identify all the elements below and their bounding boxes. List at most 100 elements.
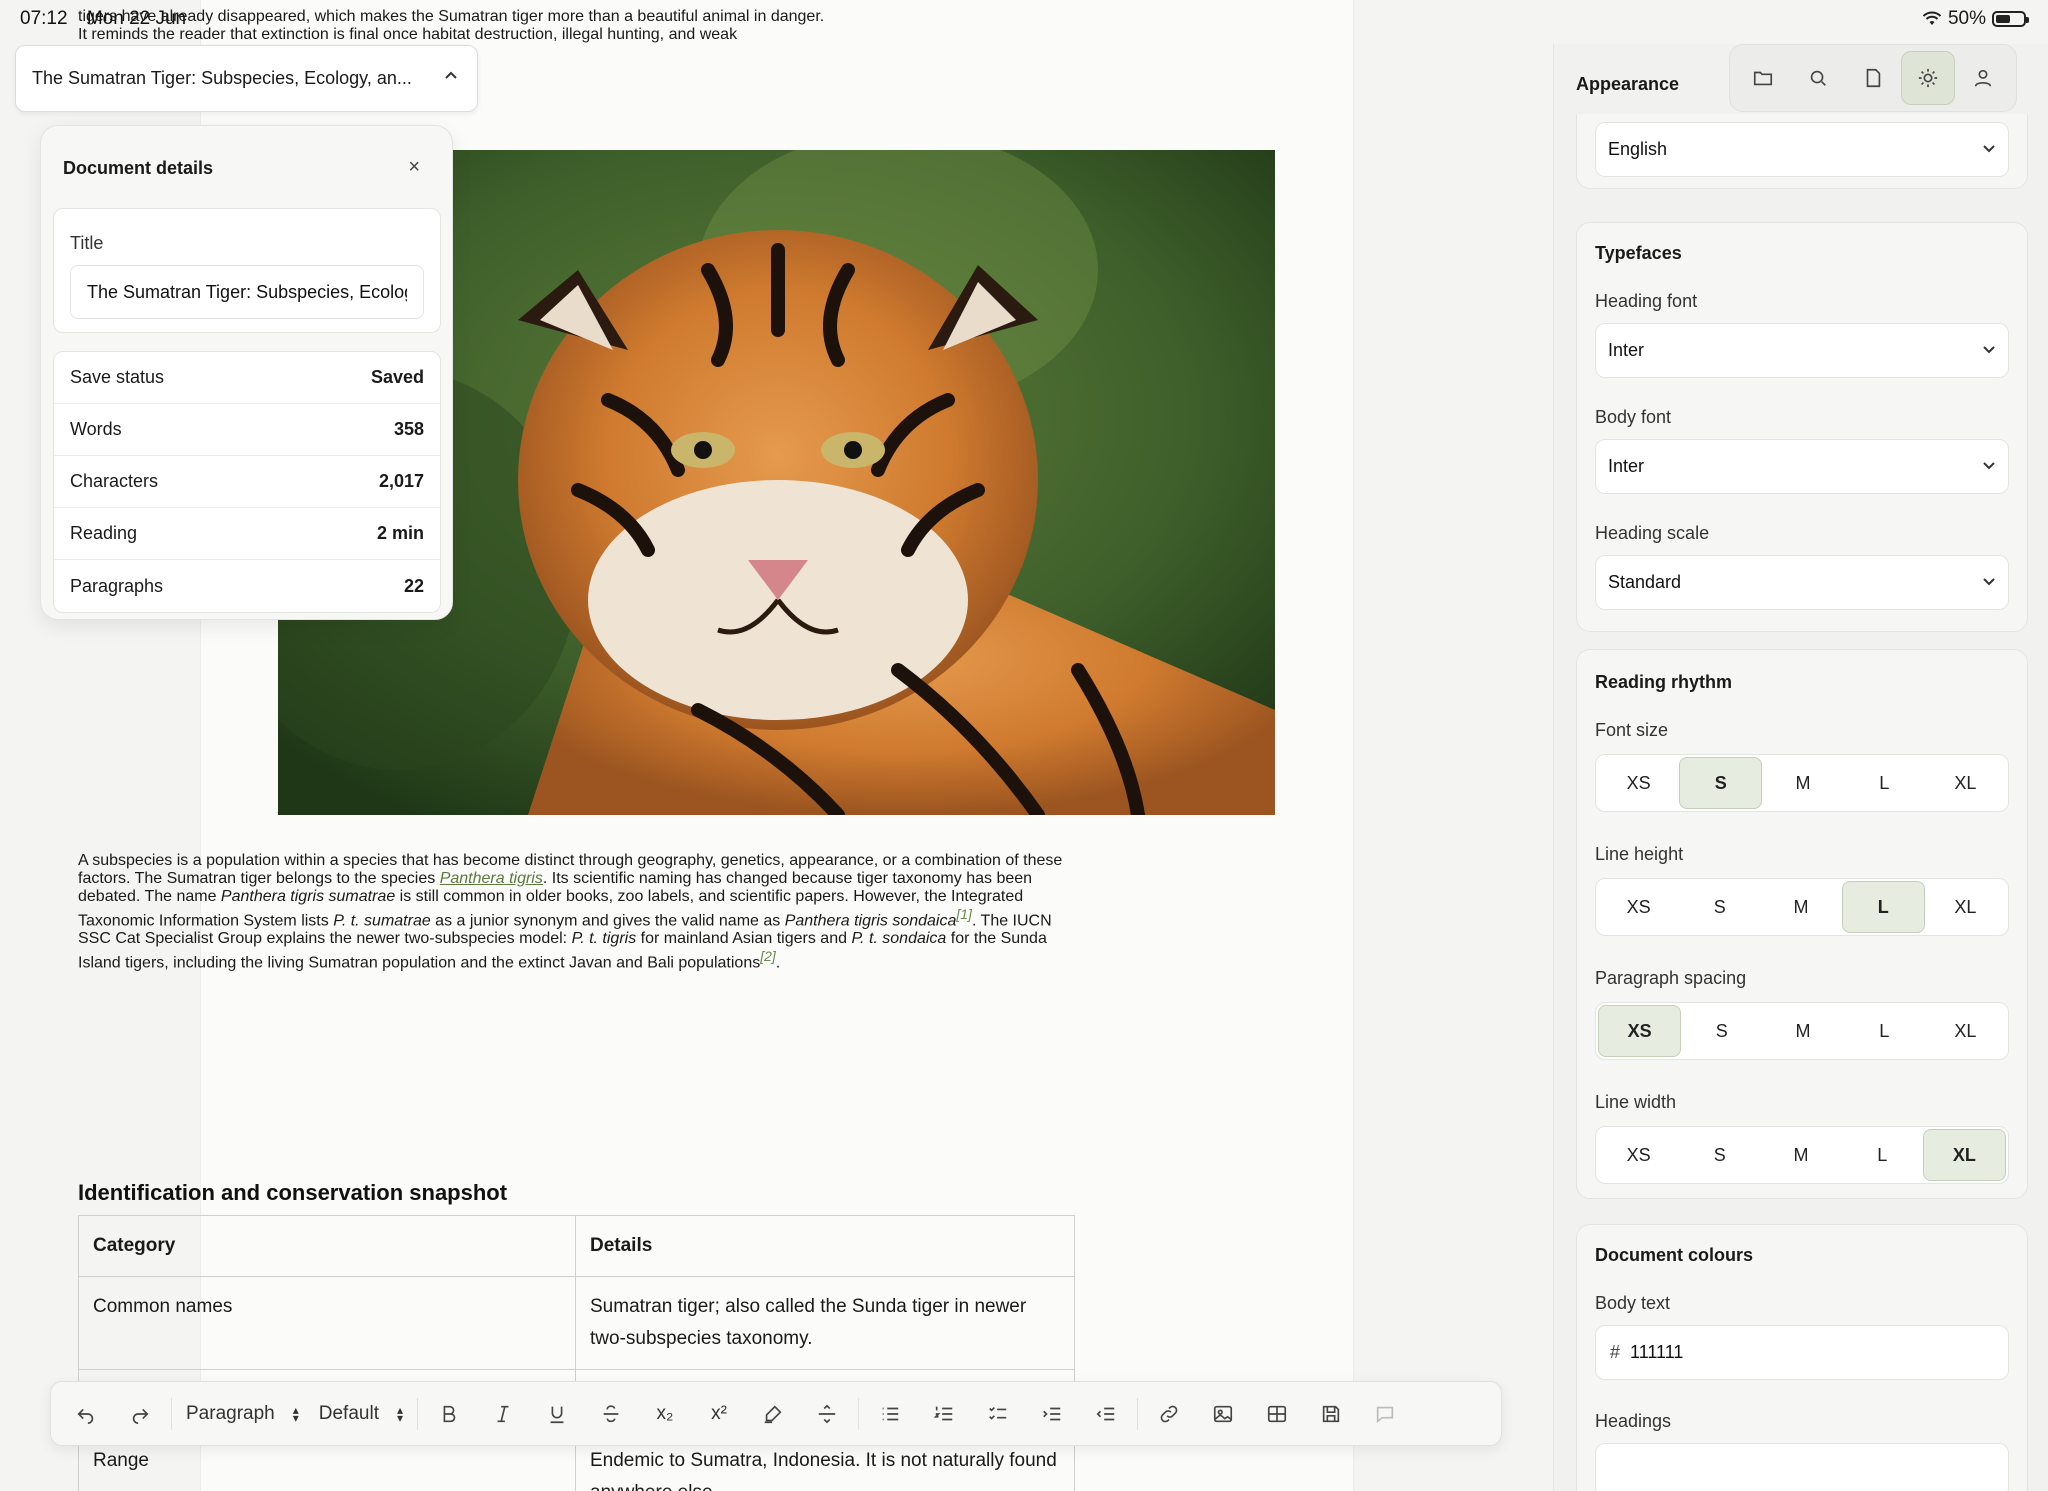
checklist-icon[interactable]: [971, 1390, 1025, 1438]
save-icon[interactable]: [1304, 1390, 1358, 1438]
toolbar-divider: [1137, 1397, 1138, 1430]
heading-scale-select[interactable]: Standard: [1595, 555, 2009, 610]
italic-icon[interactable]: [476, 1390, 530, 1438]
superscript-button[interactable]: x²: [692, 1390, 746, 1438]
link-icon[interactable]: [1142, 1390, 1196, 1438]
line-height-option-xl[interactable]: XL: [1925, 881, 2006, 933]
document-title-text: The Sumatran Tiger: Subspecies, Ecology,…: [32, 68, 412, 88]
panthera-tigris-link[interactable]: Panthera tigris: [440, 870, 543, 887]
toolbar-divider: [171, 1397, 172, 1430]
indent-icon[interactable]: [1025, 1390, 1079, 1438]
para-italic: Panthera tigris sondaica: [784, 912, 957, 930]
numbered-list-icon[interactable]: [917, 1390, 971, 1438]
stat-row-paragraphs: Paragraphs 22: [54, 560, 440, 612]
body-text-colour-label: Body text: [1595, 1293, 1671, 1313]
font-size-option-m[interactable]: M: [1762, 757, 1843, 809]
stat-value: 22: [403, 575, 424, 596]
line-width-option-l[interactable]: L: [1842, 1129, 1923, 1181]
table-header-row: Category Details: [78, 1215, 1075, 1277]
document-title-dropdown[interactable]: The Sumatran Tiger: Subspecies, Ecology,…: [15, 45, 478, 112]
toolbar-divider: [417, 1397, 418, 1430]
para-text: for mainland Asian tigers and: [636, 930, 852, 948]
reference-1-link[interactable]: [1]: [956, 906, 972, 922]
block-type-select[interactable]: Paragraph ▴ ▾: [176, 1390, 309, 1438]
body-text-colour-value: 111111: [1630, 1342, 1684, 1362]
strikethrough-icon[interactable]: [584, 1390, 638, 1438]
paragraph-spacing-option-s[interactable]: S: [1681, 1005, 1762, 1057]
highlighter-icon[interactable]: [746, 1390, 800, 1438]
line-height-segmented: XS S M L XL: [1595, 878, 2009, 936]
stat-value: 2,017: [378, 471, 424, 491]
sidebar-toolbar: [1729, 44, 2017, 112]
font-size-segmented: XS S M L XL: [1595, 754, 2009, 812]
search-icon[interactable]: [1791, 51, 1845, 105]
reference-2-link[interactable]: [2]: [760, 948, 776, 964]
details-heading: Document details: [63, 158, 214, 178]
battery-percent: 50%: [1947, 8, 1986, 29]
line-height-option-l[interactable]: L: [1841, 881, 1925, 933]
chevron-down-icon: [1982, 574, 1996, 591]
file-icon[interactable]: [1846, 51, 1900, 105]
font-size-option-xl[interactable]: XL: [1925, 757, 2006, 809]
paragraph-spacing-option-m[interactable]: M: [1762, 1005, 1843, 1057]
title-input[interactable]: [70, 265, 424, 319]
line-height-option-s[interactable]: S: [1679, 881, 1760, 933]
headings-colour-input[interactable]: [1595, 1443, 2009, 1491]
para-italic: Panthera tigris sumatrae: [220, 888, 396, 905]
document-colours-heading: Document colours: [1595, 1245, 1754, 1265]
stat-label: Characters: [70, 471, 159, 491]
subscript-button[interactable]: x₂: [638, 1390, 692, 1438]
para-text: as a junior synonym and gives the valid …: [430, 912, 785, 930]
heading-font-select[interactable]: Inter: [1595, 323, 2009, 378]
language-select[interactable]: English: [1595, 122, 2009, 177]
block-type-value: Paragraph: [186, 1402, 275, 1424]
status-bar-right: 50%: [1922, 8, 2029, 30]
chevron-up-icon: [441, 68, 461, 89]
stat-label: Words: [70, 419, 122, 439]
paragraph-spacing-option-xs[interactable]: XS: [1598, 1005, 1682, 1057]
user-icon[interactable]: [1956, 51, 2010, 105]
font-size-option-l[interactable]: L: [1844, 757, 1925, 809]
underline-icon[interactable]: [530, 1390, 584, 1438]
redo-icon[interactable]: [113, 1390, 167, 1438]
line-height-option-m[interactable]: M: [1760, 881, 1841, 933]
image-icon[interactable]: [1196, 1390, 1250, 1438]
stat-row-reading: Reading 2 min: [54, 508, 440, 560]
sidebar-title: Appearance: [1576, 74, 1680, 94]
chevron-down-icon: [1982, 342, 1996, 359]
sun-icon[interactable]: [1900, 51, 1955, 105]
font-select[interactable]: Default ▴ ▾: [309, 1390, 413, 1438]
bold-icon[interactable]: [422, 1390, 476, 1438]
table-cell[interactable]: Sumatran tiger; also called the Sunda ti…: [575, 1276, 1075, 1370]
chevron-down-icon: [1982, 458, 1996, 475]
stat-value: 2 min: [376, 523, 424, 543]
undo-icon[interactable]: [59, 1390, 113, 1438]
line-width-option-xl[interactable]: XL: [1922, 1129, 2007, 1181]
para-italic: P. t. tigris: [571, 930, 637, 948]
table-row: Common names Sumatran tiger; also called…: [78, 1276, 1075, 1370]
paragraph-spacing-option-l[interactable]: L: [1844, 1005, 1925, 1057]
font-size-option-s[interactable]: S: [1679, 757, 1763, 809]
bullet-list-icon[interactable]: [863, 1390, 917, 1438]
close-icon[interactable]: ×: [408, 156, 420, 179]
outdent-icon[interactable]: [1079, 1390, 1133, 1438]
typefaces-heading: Typefaces: [1595, 243, 1682, 263]
body-font-select[interactable]: Inter: [1595, 439, 2009, 494]
heading-font-label: Heading font: [1595, 291, 1698, 311]
divider-icon[interactable]: [800, 1390, 854, 1438]
stat-label: Reading: [70, 523, 138, 543]
body-text-colour-input[interactable]: # 111111: [1595, 1325, 2009, 1380]
folder-icon[interactable]: [1736, 51, 1790, 105]
table-icon[interactable]: [1250, 1390, 1304, 1438]
font-size-option-xs[interactable]: XS: [1598, 757, 1679, 809]
comment-icon[interactable]: [1358, 1390, 1412, 1438]
line-width-option-xs[interactable]: XS: [1598, 1129, 1679, 1181]
line-width-option-s[interactable]: S: [1679, 1129, 1760, 1181]
table-header-details: Details: [575, 1215, 1075, 1277]
line-height-option-xs[interactable]: XS: [1598, 881, 1679, 933]
body-font-value: Inter: [1608, 456, 1645, 476]
line-width-option-m[interactable]: M: [1760, 1129, 1841, 1181]
paragraph-spacing-option-xl[interactable]: XL: [1925, 1005, 2006, 1057]
table-cell[interactable]: Common names: [78, 1276, 576, 1370]
heading-font-value: Inter: [1608, 340, 1645, 360]
